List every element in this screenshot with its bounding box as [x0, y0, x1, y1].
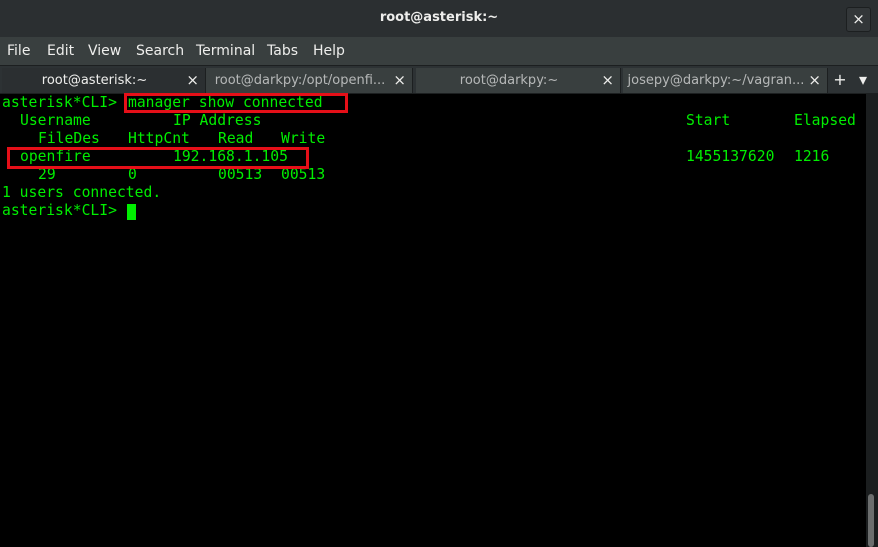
summary-line: 1 users connected.	[2, 184, 162, 201]
new-tab-icon[interactable]: +	[830, 70, 850, 89]
col-header-filedes: FileDes	[38, 130, 100, 147]
col-header-start: Start	[686, 112, 731, 129]
menu-bar: File Edit View Search Terminal Tabs Help	[0, 37, 878, 65]
tab-label: root@darkpy:/opt/openfi...	[214, 73, 386, 88]
title-bar: root@asterisk:~ ×	[0, 0, 878, 37]
menu-search[interactable]: Search	[136, 43, 184, 59]
col-header-username: Username	[20, 112, 91, 129]
tab-root-darkpy-opt[interactable]: root@darkpy:/opt/openfi... ×	[206, 68, 413, 93]
highlight-box-row	[7, 147, 309, 169]
col-header-read: Read	[218, 130, 254, 147]
tab-label: root@darkpy:~	[459, 73, 559, 88]
highlight-box-command	[124, 93, 348, 113]
tab-close-icon[interactable]: ×	[186, 71, 199, 89]
menu-tabs[interactable]: Tabs	[267, 43, 298, 59]
menu-view[interactable]: View	[88, 43, 121, 59]
window-close-button[interactable]: ×	[846, 7, 871, 32]
row-elapsed: 1216	[794, 148, 830, 165]
tab-label: root@asterisk:~	[41, 73, 148, 88]
tab-close-icon[interactable]: ×	[808, 71, 821, 89]
menu-terminal[interactable]: Terminal	[196, 43, 255, 59]
prompt-current: asterisk*CLI>	[2, 202, 117, 219]
tab-bar: root@asterisk:~ × root@darkpy:/opt/openf…	[0, 65, 878, 94]
col-header-httpcnt: HttpCnt	[128, 130, 190, 147]
window-title: root@asterisk:~	[379, 10, 499, 25]
tab-root-asterisk[interactable]: root@asterisk:~ ×	[2, 68, 206, 93]
tab-root-darkpy[interactable]: root@darkpy:~ ×	[416, 68, 621, 93]
terminal-scrollbar[interactable]	[866, 94, 878, 547]
menu-edit[interactable]: Edit	[47, 43, 74, 59]
scrollbar-thumb[interactable]	[868, 494, 874, 547]
row-start: 1455137620	[686, 148, 775, 165]
menu-help[interactable]: Help	[313, 43, 345, 59]
col-header-write: Write	[281, 130, 326, 147]
text-cursor	[127, 204, 136, 220]
tab-label: josepy@darkpy:~/vagran...	[627, 73, 805, 88]
tab-close-icon[interactable]: ×	[393, 71, 406, 89]
menu-file[interactable]: File	[7, 43, 30, 59]
terminal-output[interactable]: asterisk*CLI> manager show connected Use…	[0, 93, 866, 547]
tab-close-icon[interactable]: ×	[601, 71, 614, 89]
col-header-elapsed: Elapsed	[794, 112, 856, 129]
col-header-ip-address: IP Address	[173, 112, 262, 129]
prompt: asterisk*CLI>	[2, 94, 117, 111]
tab-menu-icon[interactable]: ▾	[853, 70, 873, 89]
tab-josepy-darkpy[interactable]: josepy@darkpy:~/vagran... ×	[623, 68, 828, 93]
